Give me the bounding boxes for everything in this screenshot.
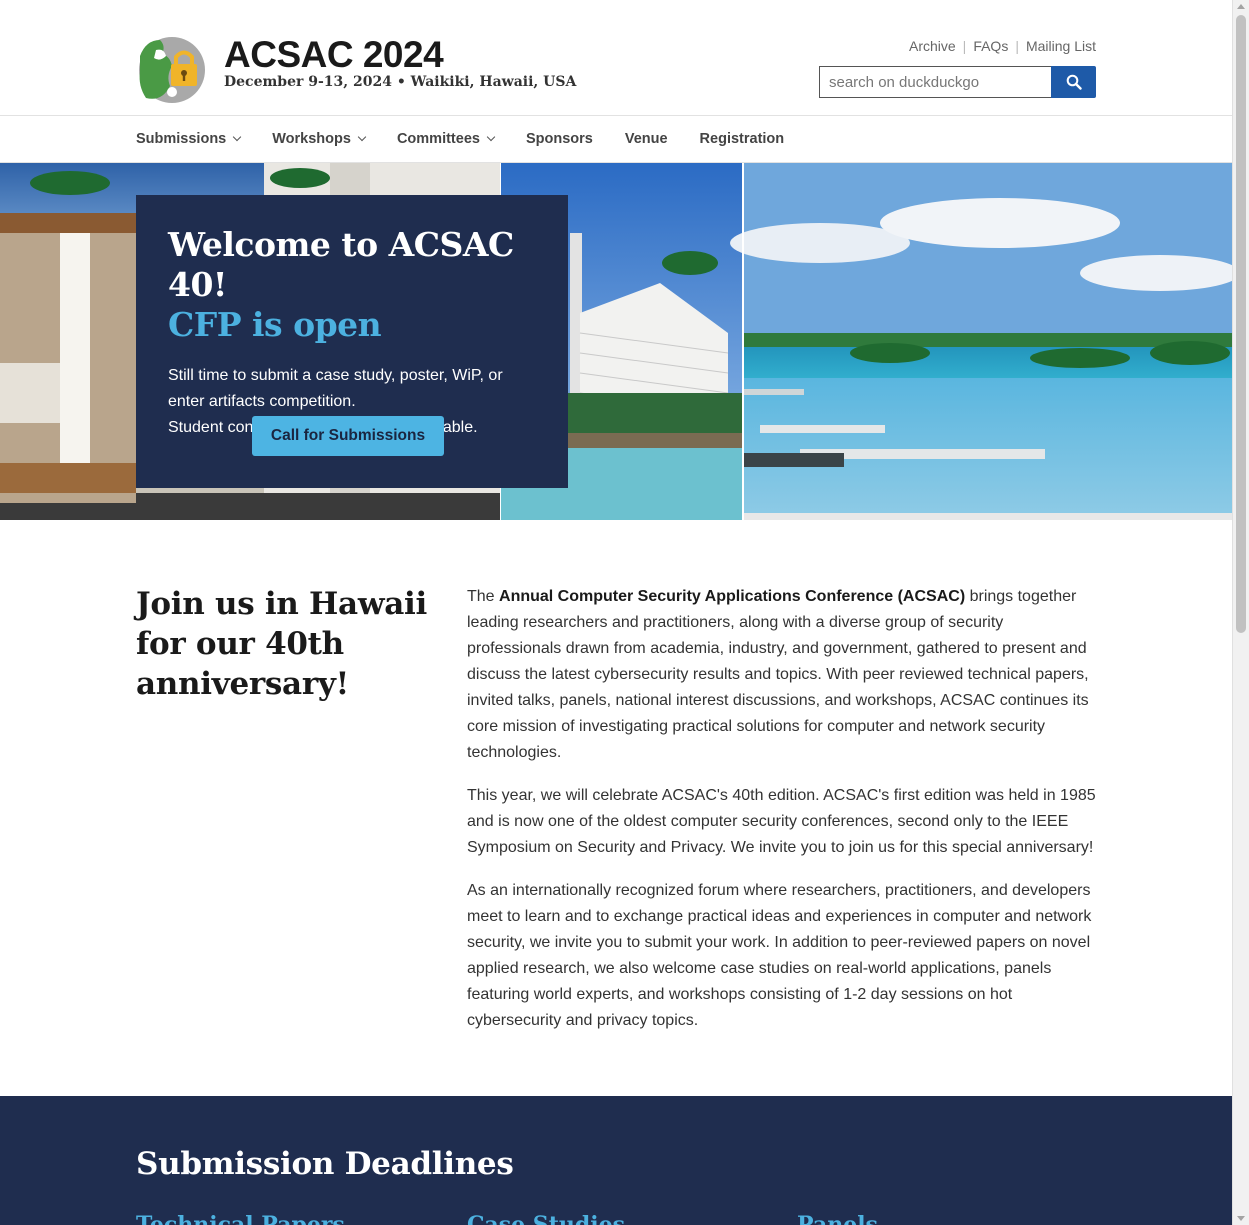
chevron-down-icon bbox=[486, 132, 496, 142]
nav-venue[interactable]: Venue bbox=[625, 131, 668, 147]
site-subtitle: December 9-13, 2024 • Waikiki, Hawaii, U… bbox=[224, 74, 577, 90]
chevron-down-icon bbox=[357, 132, 367, 142]
hero-title: Welcome to ACSAC 40! bbox=[168, 225, 514, 304]
intro-paragraph: As an internationally recognized forum w… bbox=[467, 882, 1092, 1029]
technical-papers-link[interactable]: Technical Papers bbox=[136, 1212, 345, 1225]
intro-body: The Annual Computer Security Application… bbox=[467, 584, 1099, 1051]
chevron-down-icon bbox=[233, 132, 242, 142]
separator: | bbox=[962, 38, 967, 54]
archive-link[interactable]: Archive bbox=[909, 38, 956, 54]
deadlines-heading: Submission Deadlines bbox=[136, 1146, 514, 1182]
page-scrollbar[interactable] bbox=[1232, 0, 1249, 1225]
hero-text-line: Still time to submit a case study, poste… bbox=[168, 367, 503, 410]
hero-subtitle: CFP is open bbox=[168, 305, 382, 344]
nav-label: Submissions bbox=[136, 131, 227, 147]
nav-label: Sponsors bbox=[525, 131, 593, 147]
text: brings together leading researchers and … bbox=[467, 588, 1089, 761]
nav-workshops[interactable]: Workshops bbox=[272, 131, 367, 147]
nav-label: Venue bbox=[624, 131, 668, 147]
site-title[interactable]: ACSAC 2024 bbox=[224, 34, 444, 76]
nav-label: Workshops bbox=[272, 131, 351, 147]
search-input[interactable] bbox=[819, 66, 1051, 98]
nav-sponsors[interactable]: Sponsors bbox=[526, 131, 593, 147]
search-button[interactable] bbox=[1051, 66, 1096, 98]
search-icon bbox=[1066, 74, 1082, 90]
call-for-submissions-button[interactable]: Call for Submissions bbox=[252, 416, 444, 456]
nav-submissions[interactable]: Submissions bbox=[136, 131, 242, 147]
text: The bbox=[467, 588, 500, 605]
scroll-up-icon[interactable] bbox=[1237, 4, 1245, 9]
faqs-link[interactable]: FAQs bbox=[973, 38, 1008, 54]
site-header: ACSAC 2024 December 9-13, 2024 • Waikiki… bbox=[0, 0, 1232, 116]
utility-links: Archive | FAQs | Mailing List bbox=[909, 38, 1096, 54]
case-studies-link[interactable]: Case Studies bbox=[467, 1212, 625, 1225]
search-form bbox=[819, 66, 1096, 98]
nav-label: Committees bbox=[396, 131, 480, 147]
nav-label: Registration bbox=[699, 131, 785, 147]
submission-deadlines-section: Submission Deadlines Technical Papers Ca… bbox=[0, 1096, 1232, 1225]
intro-paragraph: This year, we will celebrate ACSAC's 40t… bbox=[467, 787, 1096, 856]
scroll-down-icon[interactable] bbox=[1237, 1216, 1245, 1221]
nav-registration[interactable]: Registration bbox=[700, 131, 785, 147]
separator: | bbox=[1015, 38, 1019, 54]
hero-callout: Welcome to ACSAC 40! CFP is open Still t… bbox=[136, 195, 568, 488]
acsac-logo[interactable] bbox=[136, 36, 206, 104]
intro-paragraph: The Annual Computer Security Application… bbox=[467, 584, 1099, 766]
main-nav: Submissions Workshops Committees Sponsor… bbox=[0, 116, 1232, 163]
scrollbar-thumb[interactable] bbox=[1236, 15, 1246, 633]
panels-link[interactable]: Panels bbox=[797, 1212, 878, 1225]
mailing-list-link[interactable]: Mailing List bbox=[1026, 38, 1096, 54]
nav-committees[interactable]: Committees bbox=[396, 131, 496, 147]
acsac-name: Annual Computer Security Applications Co… bbox=[499, 588, 966, 605]
hero-banner: Welcome to ACSAC 40! CFP is open Still t… bbox=[0, 163, 1232, 520]
intro-section: Join us in Hawaii for our 40th anniversa… bbox=[0, 520, 1232, 1096]
intro-heading: Join us in Hawaii for our 40th anniversa… bbox=[136, 586, 427, 702]
